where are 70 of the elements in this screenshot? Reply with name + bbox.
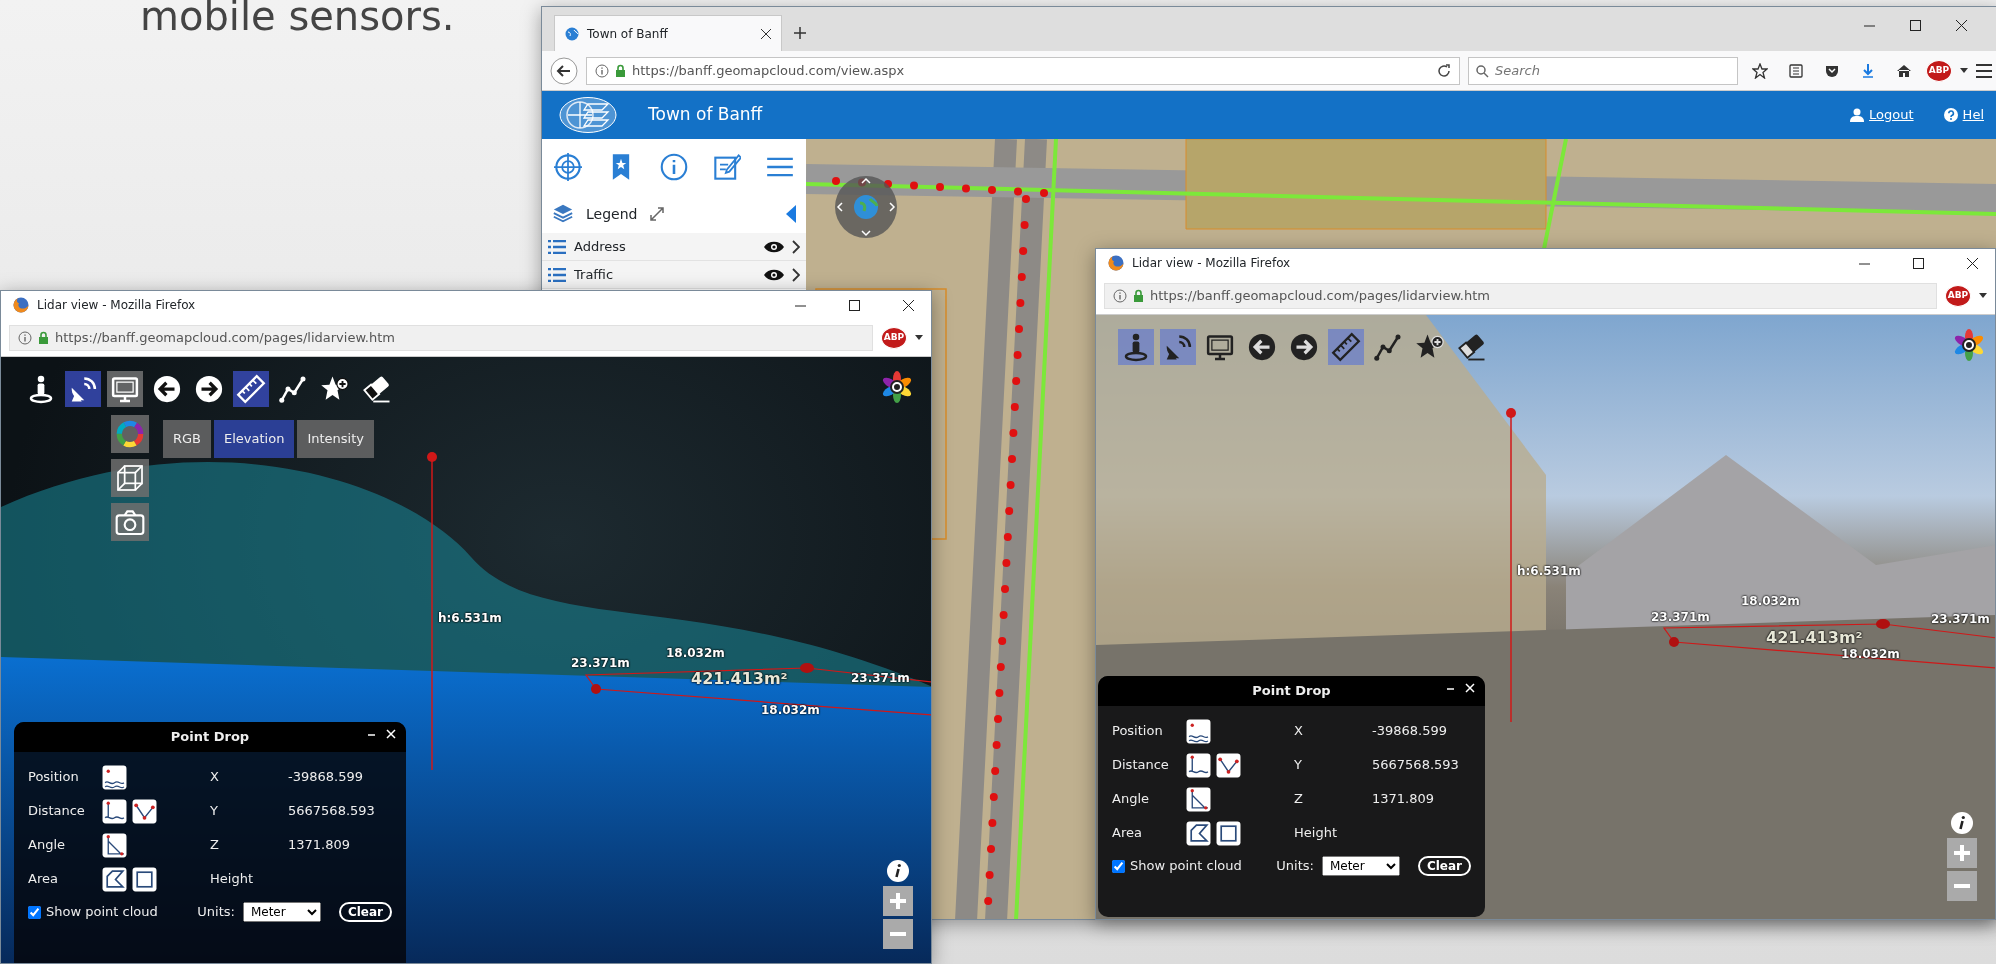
window-title: Lidar view - Mozilla Firefox — [1132, 255, 1292, 272]
layer-name: Traffic — [574, 265, 615, 284]
color-mode-option[interactable]: Elevation — [214, 420, 295, 458]
coordinate-value: -39868.599 — [288, 768, 364, 787]
window-title: Lidar view - Mozilla Firefox — [37, 297, 197, 314]
tool-label: Position — [1112, 722, 1164, 741]
coordinate-label: Z — [210, 836, 220, 855]
checkbox-label: Show point cloud — [1130, 857, 1242, 876]
url-text: https://banff.geomapcloud.com/view.aspx — [632, 61, 906, 80]
tool-label: Distance — [1112, 756, 1170, 775]
units-dropdown[interactable]: Meter — [1321, 856, 1400, 876]
url-text: https://banff.geomapcloud.com/pages/lidarview.htm — [55, 328, 395, 347]
units-label: Units: — [197, 903, 235, 922]
coordinate-value: 5667568.593 — [288, 802, 375, 821]
tool-label: Angle — [1112, 790, 1150, 809]
height-label: h:6.531m — [1517, 565, 1581, 579]
adblock-badge[interactable]: ABP — [1945, 284, 1971, 307]
area-label: 421.413m² — [1766, 629, 1863, 647]
coordinate-value: 1371.809 — [1372, 790, 1436, 809]
address-field[interactable]: https://banff.geomapcloud.com/pages/lidarview.htm — [1104, 282, 1937, 309]
units-label: Units: — [1276, 857, 1314, 876]
coordinate-label: Z — [1294, 790, 1304, 809]
clear-button[interactable]: Clear — [338, 902, 392, 922]
distance-label: 18.032m — [761, 704, 820, 718]
distance-label: 18.032m — [1741, 595, 1800, 609]
adblock-badge[interactable]: ABP — [881, 326, 907, 349]
tool-label: Angle — [28, 836, 66, 855]
distance-label: 18.032m — [1841, 648, 1900, 662]
legend-title: Legend — [586, 204, 638, 224]
clear-button[interactable]: Clear — [1417, 856, 1471, 876]
slide-heading: mobile sensors. — [140, 0, 455, 36]
area-label: 421.413m² — [691, 670, 788, 688]
distance-label: 23.371m — [571, 657, 630, 671]
layer-row[interactable]: Traffic — [542, 261, 806, 289]
url-text: https://banff.geomapcloud.com/pages/lidarview.htm — [1150, 286, 1490, 305]
header-link[interactable]: Logout — [1850, 105, 1914, 125]
coordinate-value: -39868.599 — [1372, 722, 1448, 741]
units-dropdown[interactable]: Meter — [242, 902, 321, 922]
adblock-badge[interactable]: ABP — [1926, 59, 1952, 82]
header-link[interactable]: Hel — [1943, 105, 1984, 125]
search-field[interactable]: Search — [1468, 56, 1738, 85]
checkbox-label: Show point cloud — [46, 903, 158, 922]
address-field[interactable]: https://banff.geomapcloud.com/view.aspx — [586, 56, 1460, 85]
coordinate-label: Height — [210, 870, 254, 889]
tool-label: Distance — [28, 802, 86, 821]
color-mode-option[interactable]: Intensity — [297, 420, 374, 458]
coordinate-label: Y — [1294, 756, 1303, 775]
coordinate-label: X — [210, 768, 220, 787]
distance-label: 18.032m — [666, 647, 725, 661]
coordinate-label: Y — [210, 802, 219, 821]
distance-label: 23.371m — [851, 672, 910, 686]
coordinate-value: 5667568.593 — [1372, 756, 1459, 775]
coordinate-value: 1371.809 — [288, 836, 352, 855]
tool-label: Area — [1112, 824, 1143, 843]
layer-row[interactable]: Address — [542, 233, 806, 261]
distance-label: 23.371m — [1931, 613, 1990, 627]
panel-title: Point Drop — [170, 728, 250, 747]
tab-title: Town of Banff — [587, 25, 669, 43]
panel-title: Point Drop — [1252, 682, 1331, 701]
app-title: Town of Banff — [648, 103, 763, 127]
coordinate-label: X — [1294, 722, 1304, 741]
tool-label: Area — [28, 870, 59, 889]
address-field[interactable]: https://banff.geomapcloud.com/pages/lidarview.htm — [9, 324, 873, 351]
layer-name: Address — [574, 237, 627, 256]
height-label: h:6.531m — [438, 612, 502, 626]
color-mode-option[interactable]: RGB — [163, 420, 212, 458]
browser-tab[interactable]: Town of Banff — [554, 15, 782, 51]
distance-label: 23.371m — [1651, 611, 1710, 625]
tool-label: Position — [28, 768, 80, 787]
coordinate-label: Height — [1294, 824, 1338, 843]
